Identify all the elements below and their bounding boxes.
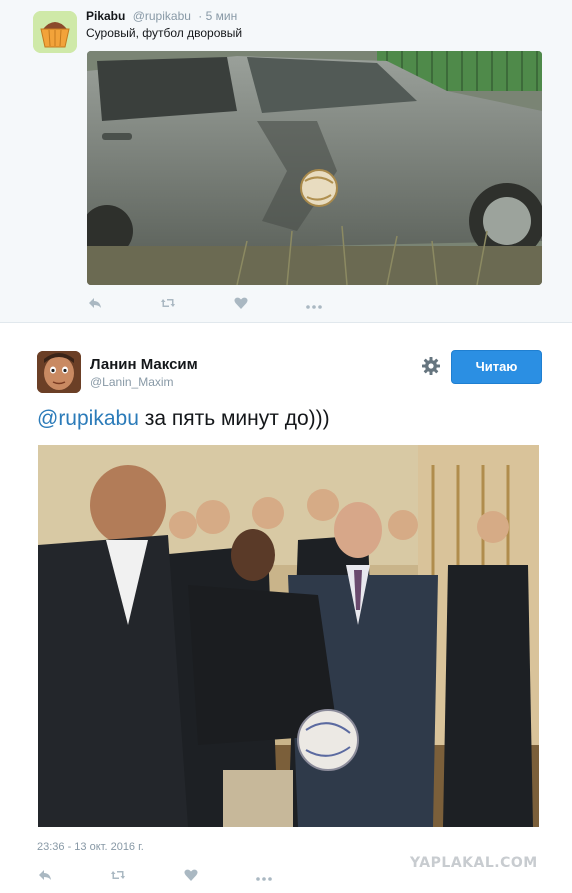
- tweet-photo-car[interactable]: [87, 51, 542, 285]
- car-photo-illustration: [87, 51, 542, 285]
- follow-button[interactable]: Читаю: [451, 350, 542, 384]
- author-handle[interactable]: @Lanin_Maxim: [90, 375, 174, 389]
- tweet-pikabu: Pikabu @rupikabu · 5 мин Суровый, футбол…: [0, 0, 572, 323]
- tweet-text-body: за пять минут до))): [138, 407, 330, 430]
- more-icon[interactable]: [256, 869, 272, 883]
- tweet-lanin: Ланин Максим @Lanin_Maxim Читаю @rupikab…: [0, 323, 572, 893]
- lanin-avatar[interactable]: [37, 351, 81, 393]
- people-photo-illustration: [38, 445, 539, 827]
- tweet-date[interactable]: 23:36 - 13 окт. 2016 г.: [37, 841, 144, 853]
- watermark-logo: YAPLAKAL.COM: [410, 855, 538, 871]
- reply-icon[interactable]: [38, 869, 52, 883]
- pikabu-cupcake-icon: [33, 11, 77, 53]
- mention-link[interactable]: @rupikabu: [37, 407, 139, 430]
- avatar-face-icon: [37, 351, 81, 393]
- author-handle[interactable]: @rupikabu: [133, 9, 191, 23]
- reply-icon[interactable]: [88, 297, 102, 311]
- more-icon[interactable]: [306, 297, 322, 311]
- like-icon[interactable]: [184, 869, 198, 883]
- tweet-photo-ball[interactable]: [38, 445, 539, 827]
- tweet-time[interactable]: · 5 мин: [198, 9, 237, 23]
- author-name[interactable]: Pikabu: [86, 9, 125, 23]
- tweet-text: Суровый, футбол дворовый: [86, 26, 243, 40]
- tweet-text: @rupikabu за пять минут до))): [37, 407, 330, 431]
- tweet2-actions: [38, 869, 272, 883]
- retweet-icon[interactable]: [110, 869, 126, 883]
- pikabu-avatar[interactable]: [33, 11, 77, 53]
- tweet-time-value: 5 мин: [205, 9, 238, 23]
- retweet-icon[interactable]: [160, 297, 176, 311]
- tweet1-actions: [88, 297, 322, 311]
- like-icon[interactable]: [234, 297, 248, 311]
- gear-icon[interactable]: [421, 356, 441, 376]
- tweet-header: Pikabu @rupikabu · 5 мин: [86, 9, 237, 24]
- author-name[interactable]: Ланин Максим: [90, 356, 198, 373]
